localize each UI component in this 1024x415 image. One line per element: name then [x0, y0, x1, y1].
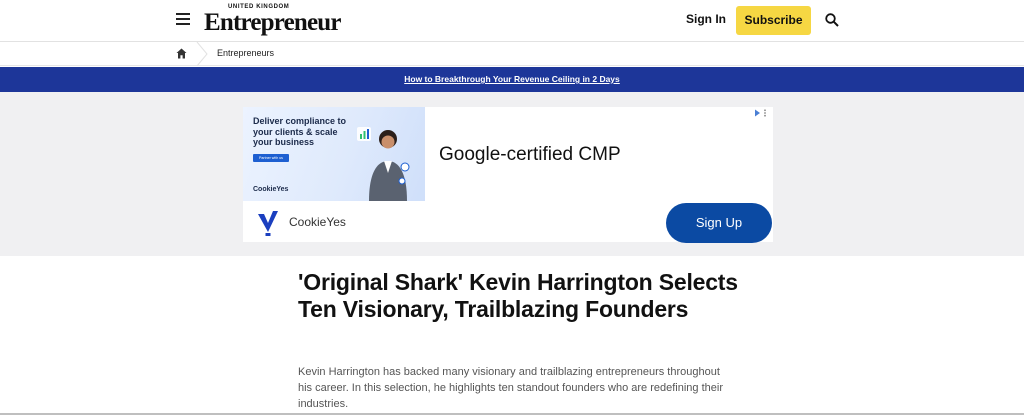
ad-signup-button[interactable]: Sign Up — [666, 203, 772, 243]
ad-creative-brand: CookieYes — [253, 186, 289, 193]
display-ad[interactable]: Deliver compliance to your clients & sca… — [243, 107, 773, 243]
businesswoman-illustration — [357, 127, 410, 201]
menu-icon[interactable] — [176, 13, 190, 27]
breadcrumb-separator-icon — [196, 42, 208, 66]
ad-creative-image[interactable]: Deliver compliance to your clients & sca… — [243, 107, 425, 201]
subscribe-button[interactable]: Subscribe — [736, 6, 811, 35]
ad-advertiser-name: CookieYes — [289, 215, 346, 229]
ad-headline[interactable]: Google-certified CMP — [439, 144, 621, 166]
ad-choices-icon[interactable] — [754, 109, 768, 117]
search-icon[interactable] — [825, 13, 839, 27]
sign-in-link[interactable]: Sign In — [686, 12, 726, 26]
ad-container: Deliver compliance to your clients & sca… — [0, 92, 1024, 256]
promo-banner: How to Breakthrough Your Revenue Ceiling… — [0, 67, 1024, 92]
logo-wordmark: Entrepreneur — [204, 9, 342, 36]
promo-link[interactable]: How to Breakthrough Your Revenue Ceiling… — [404, 74, 620, 84]
cookieyes-logo-icon — [258, 211, 278, 236]
home-icon[interactable] — [176, 48, 187, 59]
article-summary: Kevin Harrington has backed many visiona… — [298, 366, 723, 410]
article-title: 'Original Shark' Kevin Harrington Select… — [298, 269, 738, 322]
breadcrumb: Entrepreneurs — [0, 42, 1024, 66]
site-logo[interactable]: UNITED KINGDOM Entrepreneur — [204, 4, 342, 36]
ad-creative-button[interactable]: Partner with us — [253, 154, 289, 162]
breadcrumb-item-entrepreneurs[interactable]: Entrepreneurs — [217, 48, 274, 58]
ad-creative-headline: Deliver compliance to your clients & sca… — [253, 116, 347, 147]
site-header: UNITED KINGDOM Entrepreneur Sign In Subs… — [0, 0, 1024, 42]
